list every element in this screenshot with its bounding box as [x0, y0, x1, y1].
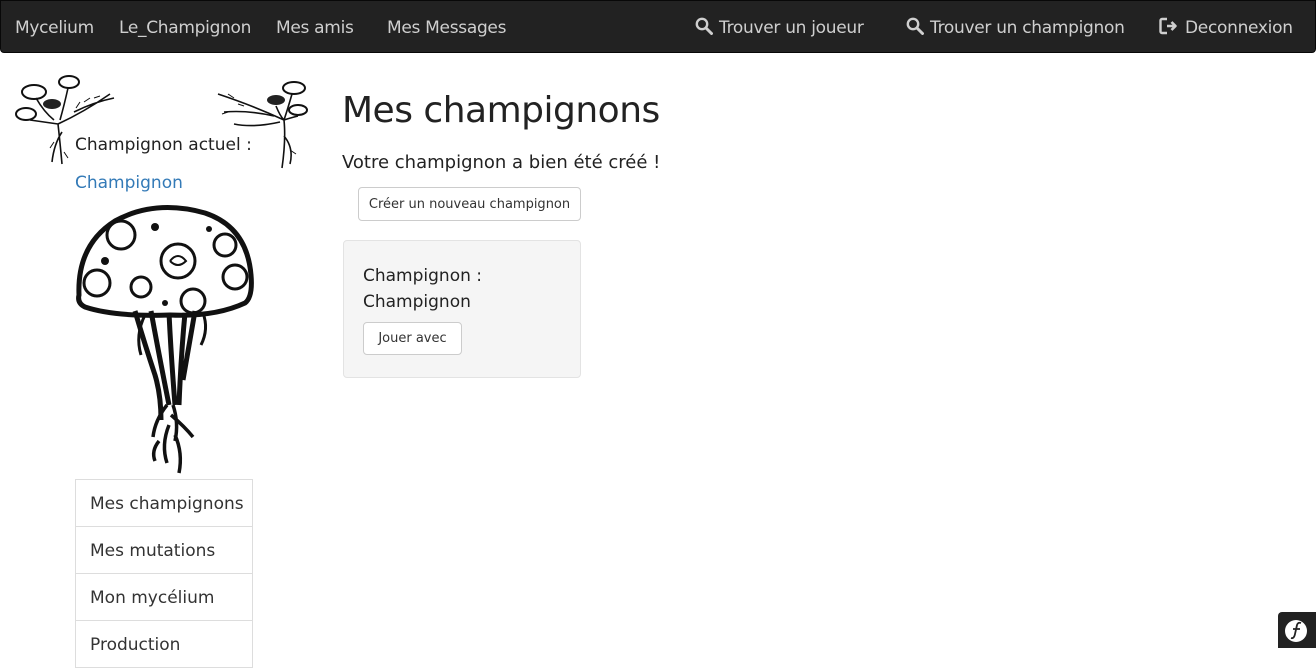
flash-success-message: Votre champignon a bien été créé !	[342, 152, 661, 173]
logout-icon	[1159, 17, 1177, 35]
mushroom-cluster-left-image	[15, 75, 115, 165]
symfony-toolbar-toggle[interactable]	[1278, 612, 1316, 648]
nav-logout[interactable]: Deconnexion	[1159, 1, 1293, 52]
sidebar-item-mon-mycelium[interactable]: Mon mycélium	[76, 574, 252, 621]
sidebar-item-mes-champignons[interactable]: Mes champignons	[76, 480, 252, 527]
current-mushroom-label: Champignon actuel :	[75, 135, 252, 155]
page-title: Mes champignons	[342, 90, 660, 131]
nav-mes-messages[interactable]: Mes Messages	[387, 1, 506, 52]
nav-mycelium[interactable]: Mycelium	[15, 1, 94, 52]
sidebar-item-mes-mutations[interactable]: Mes mutations	[76, 527, 252, 574]
create-mushroom-button[interactable]: Créer un nouveau champignon	[358, 187, 581, 221]
play-with-button[interactable]: Jouer avec	[363, 322, 462, 355]
nav-le-champignon[interactable]: Le_Champignon	[119, 1, 251, 52]
nav-find-player-label: Trouver un joueur	[719, 18, 864, 38]
mushroom-card-name: Champignon	[363, 292, 471, 312]
top-navbar: Mycelium Le_Champignon Mes amis Mes Mess…	[0, 0, 1316, 53]
nav-find-mushroom[interactable]: Trouver un champignon	[906, 1, 1125, 52]
nav-find-mushroom-label: Trouver un champignon	[930, 18, 1125, 38]
search-icon	[695, 17, 713, 35]
sidebar-menu: Mes champignons Mes mutations Mon mycéli…	[75, 479, 253, 668]
nav-logout-label: Deconnexion	[1185, 18, 1293, 38]
mushroom-card: Champignon : Champignon Jouer avec	[343, 240, 581, 378]
symfony-logo-icon	[1285, 620, 1307, 642]
mushroom-card-label: Champignon :	[363, 266, 483, 286]
current-mushroom-link[interactable]: Champignon	[75, 173, 183, 193]
search-icon	[906, 17, 924, 35]
nav-find-player[interactable]: Trouver un joueur	[695, 1, 864, 52]
sidebar-item-production[interactable]: Production	[76, 621, 252, 668]
mushroom-card-text: Champignon : Champignon	[363, 263, 482, 315]
nav-mes-amis[interactable]: Mes amis	[276, 1, 354, 52]
mushroom-cluster-right-image	[217, 81, 308, 169]
mushroom-illustration	[76, 205, 254, 474]
